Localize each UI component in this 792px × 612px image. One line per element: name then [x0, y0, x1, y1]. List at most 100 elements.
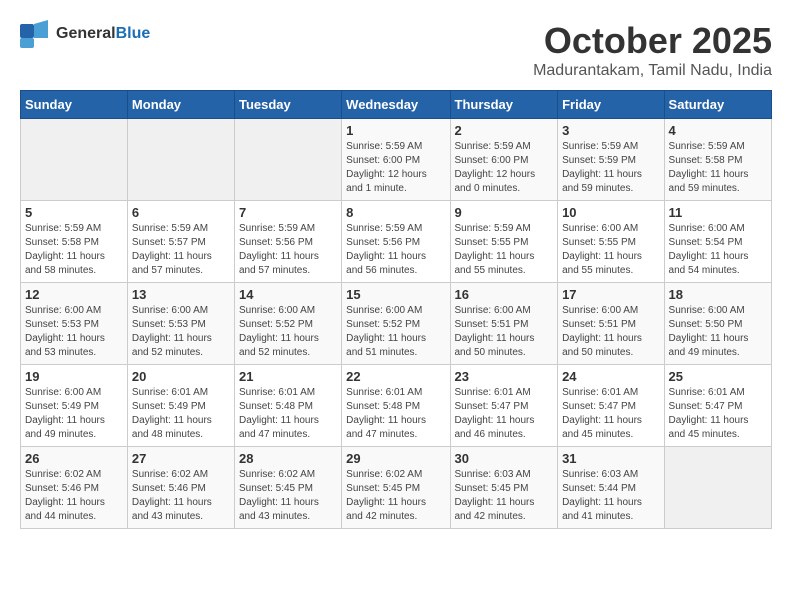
day-number: 27: [132, 451, 230, 466]
day-detail: Sunrise: 6:03 AM Sunset: 5:44 PM Dayligh…: [562, 468, 659, 524]
calendar-cell: 9 Sunrise: 5:59 AM Sunset: 5:55 PM Daylig…: [450, 201, 558, 283]
day-number: 10: [562, 205, 659, 220]
location-title: Madurantakam, Tamil Nadu, India: [533, 62, 772, 80]
day-number: 14: [239, 287, 337, 302]
day-number: 5: [25, 205, 123, 220]
day-header-friday: Friday: [558, 91, 664, 119]
day-detail: Sunrise: 6:00 AM Sunset: 5:51 PM Dayligh…: [562, 304, 659, 360]
day-number: 3: [562, 123, 659, 138]
day-detail: Sunrise: 6:03 AM Sunset: 5:45 PM Dayligh…: [455, 468, 554, 524]
day-detail: Sunrise: 6:01 AM Sunset: 5:48 PM Dayligh…: [239, 386, 337, 442]
calendar-cell: 11Sunrise: 6:00 AM Sunset: 5:54 PM Dayli…: [664, 201, 771, 283]
day-detail: Sunrise: 5:59 AM Sunset: 5:56 PM Dayligh…: [346, 222, 445, 278]
calendar-cell: 19Sunrise: 6:00 AM Sunset: 5:49 PM Dayli…: [21, 365, 128, 447]
calendar-cell: [21, 119, 128, 201]
calendar-cell: 31 Sunrise: 6:03 AM Sunset: 5:44 PM Dayli…: [558, 447, 664, 529]
day-detail: Sunrise: 6:01 AM Sunset: 5:47 PM Dayligh…: [562, 386, 659, 442]
day-detail: Sunrise: 6:02 AM Sunset: 5:46 PM Dayligh…: [25, 468, 123, 524]
day-detail: Sunrise: 5:59 AM Sunset: 6:00 PM Dayligh…: [455, 140, 554, 196]
calendar-table: SundayMondayTuesdayWednesdayThursdayFrid…: [20, 90, 772, 529]
day-number: 29: [346, 451, 445, 466]
day-detail: Sunrise: 6:02 AM Sunset: 5:45 PM Dayligh…: [239, 468, 337, 524]
calendar-cell: 13Sunrise: 6:00 AM Sunset: 5:53 PM Dayli…: [127, 283, 234, 365]
day-number: 9: [455, 205, 554, 220]
calendar-cell: 7Sunrise: 5:59 AM Sunset: 5:56 PM Daylig…: [234, 201, 341, 283]
calendar-cell: [664, 447, 771, 529]
day-number: 20: [132, 369, 230, 384]
calendar-cell: 6 Sunrise: 5:59 AM Sunset: 5:57 PM Daylig…: [127, 201, 234, 283]
calendar-cell: 5 Sunrise: 5:59 AM Sunset: 5:58 PM Daylig…: [21, 201, 128, 283]
month-title: October 2025: [533, 20, 772, 62]
calendar-cell: [234, 119, 341, 201]
calendar-cell: 28Sunrise: 6:02 AM Sunset: 5:45 PM Dayli…: [234, 447, 341, 529]
logo: GeneralBlue: [20, 20, 150, 48]
day-detail: Sunrise: 6:00 AM Sunset: 5:51 PM Dayligh…: [455, 304, 554, 360]
calendar-cell: 29 Sunrise: 6:02 AM Sunset: 5:45 PM Dayli…: [342, 447, 450, 529]
day-number: 16: [455, 287, 554, 302]
calendar-cell: 1 Sunrise: 5:59 AM Sunset: 6:00 PM Daylig…: [342, 119, 450, 201]
calendar-cell: 24 Sunrise: 6:01 AM Sunset: 5:47 PM Dayli…: [558, 365, 664, 447]
calendar-cell: [127, 119, 234, 201]
logo-blue: Blue: [116, 25, 151, 42]
day-detail: Sunrise: 5:59 AM Sunset: 5:57 PM Dayligh…: [132, 222, 230, 278]
day-number: 15: [346, 287, 445, 302]
title-area: October 2025 Madurantakam, Tamil Nadu, I…: [533, 20, 772, 80]
day-header-sunday: Sunday: [21, 91, 128, 119]
day-detail: Sunrise: 5:59 AM Sunset: 5:56 PM Dayligh…: [239, 222, 337, 278]
day-detail: Sunrise: 6:00 AM Sunset: 5:54 PM Dayligh…: [669, 222, 767, 278]
day-detail: Sunrise: 6:02 AM Sunset: 5:46 PM Dayligh…: [132, 468, 230, 524]
calendar-cell: 22 Sunrise: 6:01 AM Sunset: 5:48 PM Dayli…: [342, 365, 450, 447]
day-detail: Sunrise: 6:01 AM Sunset: 5:49 PM Dayligh…: [132, 386, 230, 442]
day-number: 17: [562, 287, 659, 302]
week-row-1: 1 Sunrise: 5:59 AM Sunset: 6:00 PM Daylig…: [21, 119, 772, 201]
day-detail: Sunrise: 5:59 AM Sunset: 5:58 PM Dayligh…: [25, 222, 123, 278]
day-detail: Sunrise: 6:02 AM Sunset: 5:45 PM Dayligh…: [346, 468, 445, 524]
day-number: 31: [562, 451, 659, 466]
day-detail: Sunrise: 6:00 AM Sunset: 5:52 PM Dayligh…: [239, 304, 337, 360]
day-header-wednesday: Wednesday: [342, 91, 450, 119]
day-header-monday: Monday: [127, 91, 234, 119]
day-detail: Sunrise: 5:59 AM Sunset: 6:00 PM Dayligh…: [346, 140, 445, 196]
calendar-cell: 18 Sunrise: 6:00 AM Sunset: 5:50 PM Dayli…: [664, 283, 771, 365]
calendar-cell: 30Sunrise: 6:03 AM Sunset: 5:45 PM Dayli…: [450, 447, 558, 529]
day-number: 8: [346, 205, 445, 220]
week-row-2: 5 Sunrise: 5:59 AM Sunset: 5:58 PM Daylig…: [21, 201, 772, 283]
week-row-5: 26 Sunrise: 6:02 AM Sunset: 5:46 PM Dayli…: [21, 447, 772, 529]
day-header-thursday: Thursday: [450, 91, 558, 119]
day-number: 18: [669, 287, 767, 302]
day-detail: Sunrise: 6:01 AM Sunset: 5:48 PM Dayligh…: [346, 386, 445, 442]
day-number: 2: [455, 123, 554, 138]
calendar-cell: 10 Sunrise: 6:00 AM Sunset: 5:55 PM Dayli…: [558, 201, 664, 283]
calendar-cell: 8 Sunrise: 5:59 AM Sunset: 5:56 PM Daylig…: [342, 201, 450, 283]
day-detail: Sunrise: 6:00 AM Sunset: 5:50 PM Dayligh…: [669, 304, 767, 360]
day-number: 22: [346, 369, 445, 384]
day-number: 1: [346, 123, 445, 138]
calendar-cell: 27 Sunrise: 6:02 AM Sunset: 5:46 PM Dayli…: [127, 447, 234, 529]
day-detail: Sunrise: 6:00 AM Sunset: 5:52 PM Dayligh…: [346, 304, 445, 360]
day-number: 4: [669, 123, 767, 138]
day-detail: Sunrise: 6:00 AM Sunset: 5:55 PM Dayligh…: [562, 222, 659, 278]
calendar-cell: 12Sunrise: 6:00 AM Sunset: 5:53 PM Dayli…: [21, 283, 128, 365]
logo-general: General: [56, 25, 116, 42]
day-number: 6: [132, 205, 230, 220]
days-header-row: SundayMondayTuesdayWednesdayThursdayFrid…: [21, 91, 772, 119]
day-number: 23: [455, 369, 554, 384]
day-header-tuesday: Tuesday: [234, 91, 341, 119]
calendar-cell: 14 Sunrise: 6:00 AM Sunset: 5:52 PM Dayli…: [234, 283, 341, 365]
day-detail: Sunrise: 6:01 AM Sunset: 5:47 PM Dayligh…: [455, 386, 554, 442]
day-number: 19: [25, 369, 123, 384]
day-detail: Sunrise: 6:00 AM Sunset: 5:53 PM Dayligh…: [25, 304, 123, 360]
calendar-cell: 21Sunrise: 6:01 AM Sunset: 5:48 PM Dayli…: [234, 365, 341, 447]
day-detail: Sunrise: 5:59 AM Sunset: 5:59 PM Dayligh…: [562, 140, 659, 196]
calendar-cell: 25Sunrise: 6:01 AM Sunset: 5:47 PM Dayli…: [664, 365, 771, 447]
calendar-cell: 20 Sunrise: 6:01 AM Sunset: 5:49 PM Dayli…: [127, 365, 234, 447]
day-detail: Sunrise: 5:59 AM Sunset: 5:55 PM Dayligh…: [455, 222, 554, 278]
week-row-4: 19Sunrise: 6:00 AM Sunset: 5:49 PM Dayli…: [21, 365, 772, 447]
logo-icon: [20, 20, 52, 48]
calendar-cell: 16 Sunrise: 6:00 AM Sunset: 5:51 PM Dayli…: [450, 283, 558, 365]
day-number: 24: [562, 369, 659, 384]
day-detail: Sunrise: 6:00 AM Sunset: 5:53 PM Dayligh…: [132, 304, 230, 360]
calendar-cell: 3 Sunrise: 5:59 AM Sunset: 5:59 PM Daylig…: [558, 119, 664, 201]
day-number: 26: [25, 451, 123, 466]
header: GeneralBlue October 2025 Madurantakam, T…: [20, 20, 772, 80]
